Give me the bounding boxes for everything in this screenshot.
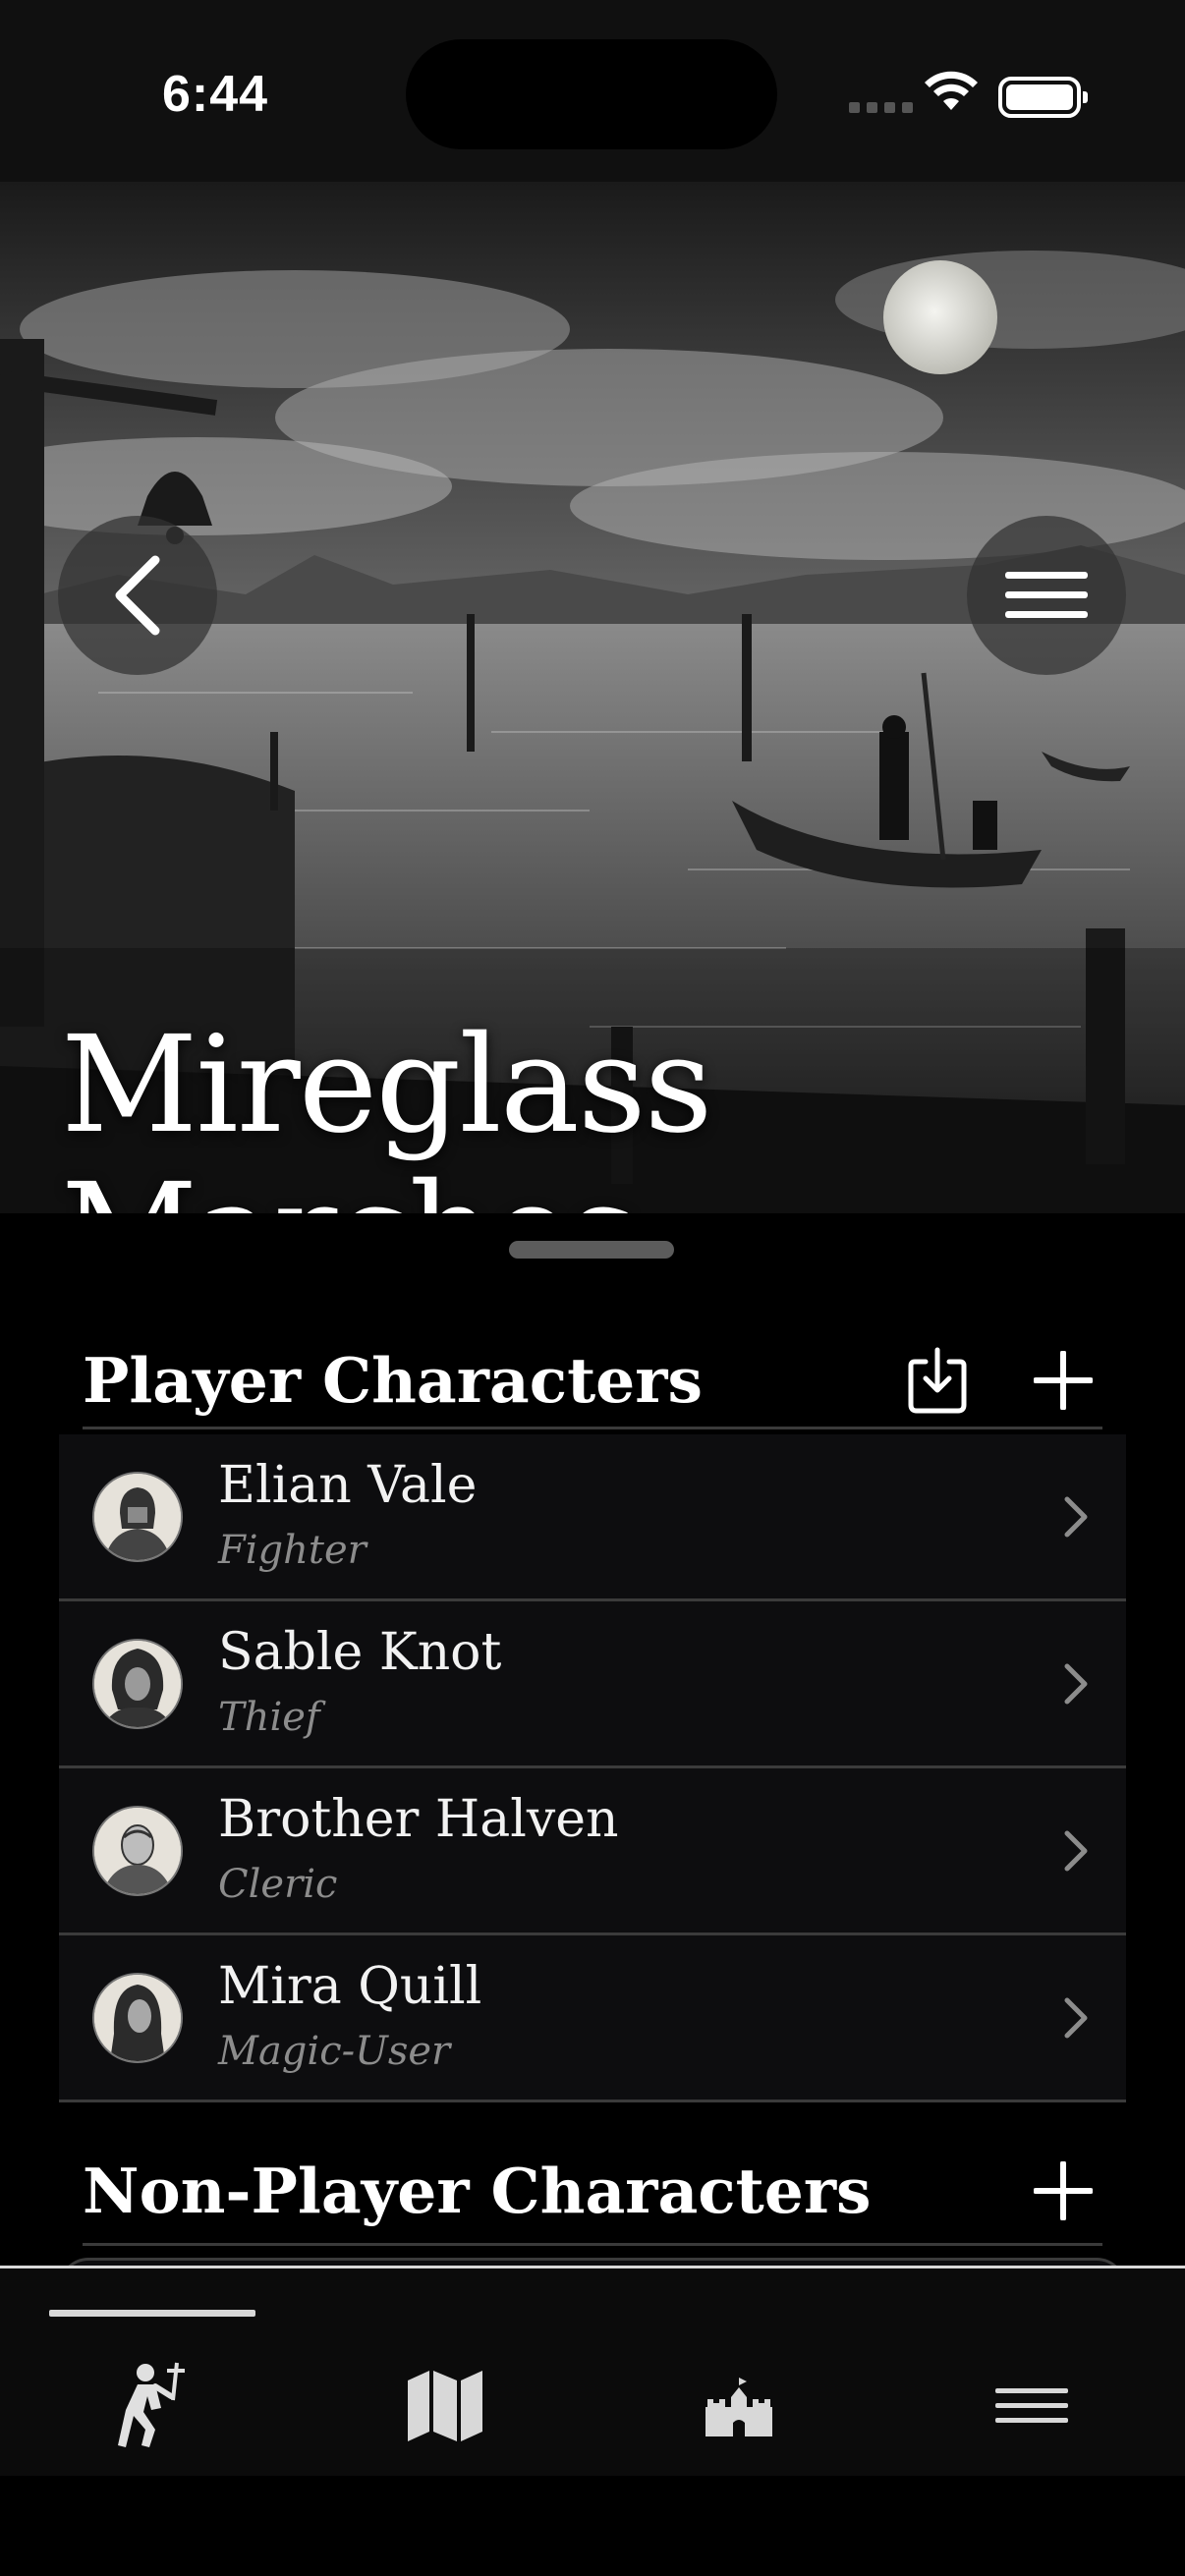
plus-icon (1034, 1351, 1093, 1410)
fencer-icon (118, 2362, 185, 2447)
monk-portrait-icon (94, 1808, 181, 1894)
tab-selected-indicator (49, 2310, 255, 2317)
download-tray-icon (908, 1347, 967, 1414)
character-class: Cleric (218, 1862, 338, 1907)
character-class: Fighter (218, 1528, 367, 1573)
character-name: Brother Halven (218, 1790, 619, 1849)
import-character-button[interactable] (898, 1341, 977, 1420)
map-icon (408, 2371, 482, 2441)
avatar (92, 1639, 183, 1729)
npc-header: Non-Player Characters (83, 2142, 1102, 2240)
add-player-character-button[interactable] (1024, 1341, 1102, 1420)
more-tab[interactable] (973, 2347, 1091, 2465)
character-row[interactable]: Elian Vale Fighter (59, 1434, 1126, 1601)
cellular-signal-icon (849, 102, 913, 113)
player-characters-title: Player Characters (83, 1344, 703, 1417)
home-indicator-area (0, 2476, 1185, 2576)
hooded-thief-portrait-icon (94, 1641, 181, 1727)
back-button[interactable] (58, 516, 217, 675)
battery-icon (998, 77, 1088, 118)
character-row[interactable]: Mira Quill Magic-User (59, 1935, 1126, 2102)
hero-banner: Mireglass Marches (0, 182, 1185, 1213)
player-characters-header: Player Characters (83, 1331, 1102, 1429)
npc-divider (83, 2243, 1102, 2246)
avatar (92, 1806, 183, 1896)
dynamic-island (406, 39, 777, 149)
status-bar: 6:44 (0, 0, 1185, 182)
castle-tab[interactable] (680, 2347, 798, 2465)
campaign-title-line2: Marches (61, 1159, 710, 1213)
character-class: Magic-User (218, 2029, 451, 2074)
character-row[interactable]: Brother Halven Cleric (59, 1768, 1126, 1935)
menu-button[interactable] (967, 516, 1126, 675)
wifi-icon (925, 71, 978, 110)
tab-bar (0, 2266, 1185, 2476)
hamburger-icon (995, 2388, 1068, 2423)
content-sheet: Player Characters Elian Vale Fighter Sab… (0, 1213, 1185, 2297)
character-name: Sable Knot (218, 1623, 502, 1682)
campaign-title-line1: Mireglass (61, 1008, 712, 1163)
character-class: Thief (218, 1695, 320, 1740)
chevron-left-icon (115, 555, 160, 636)
castle-icon (705, 2376, 772, 2436)
sorceress-portrait-icon (94, 1975, 181, 2061)
character-name: Mira Quill (218, 1957, 482, 2016)
status-time: 6:44 (162, 66, 269, 123)
avatar (92, 1472, 183, 1562)
campaign-title: Mireglass Marches (61, 1008, 712, 1213)
hamburger-icon (1005, 572, 1088, 618)
avatar (92, 1973, 183, 2063)
chevron-right-icon (1064, 1997, 1088, 2039)
character-row[interactable]: Sable Knot Thief (59, 1601, 1126, 1768)
chevron-right-icon (1064, 1830, 1088, 1872)
knight-portrait-icon (94, 1474, 181, 1560)
character-name: Elian Vale (218, 1456, 478, 1515)
chevron-right-icon (1064, 1496, 1088, 1538)
sheet-grabber[interactable] (509, 1241, 674, 1259)
characters-tab[interactable] (92, 2347, 210, 2465)
npc-title: Non-Player Characters (83, 2155, 872, 2227)
plus-icon (1034, 2161, 1093, 2220)
player-character-list: Elian Vale Fighter Sable Knot Thief Brot… (59, 1434, 1126, 2102)
add-npc-button[interactable] (1024, 2152, 1102, 2230)
map-tab[interactable] (386, 2347, 504, 2465)
chevron-right-icon (1064, 1663, 1088, 1705)
